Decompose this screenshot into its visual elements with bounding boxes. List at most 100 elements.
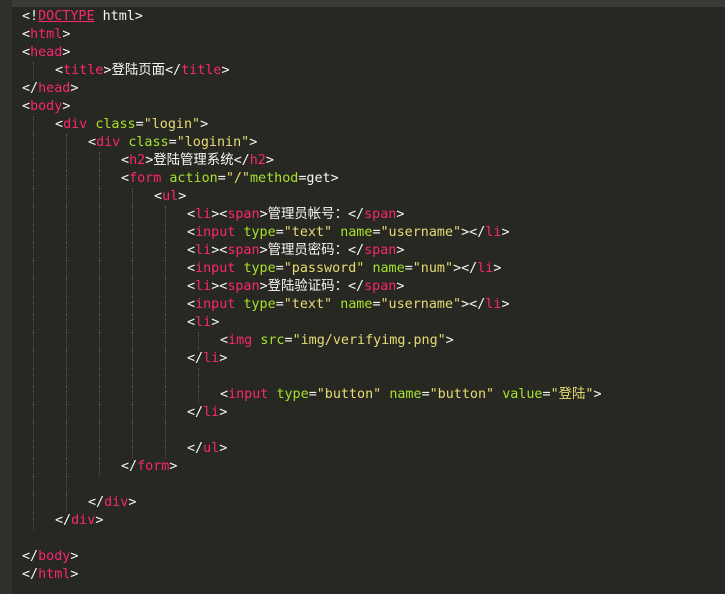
indent-guide bbox=[33, 512, 34, 530]
code-token-punct: > bbox=[128, 495, 137, 510]
code-token-sp bbox=[332, 297, 340, 312]
indent-guide bbox=[165, 224, 166, 242]
code-token-attr: action bbox=[169, 171, 218, 186]
indent-guide bbox=[99, 170, 100, 188]
code-token-str: "username" bbox=[380, 297, 462, 312]
indent-guide bbox=[99, 296, 100, 314]
code-line-content: <li> bbox=[187, 314, 219, 332]
code-token-punct: > bbox=[70, 567, 79, 582]
code-token-punct: > bbox=[219, 441, 228, 456]
indent-guide bbox=[33, 116, 34, 134]
code-token-str: "登陆" bbox=[550, 387, 594, 402]
code-token-punct: ></ bbox=[461, 225, 486, 240]
code-editor[interactable]: <!DOCTYPE html> <html> <head> <title>登陆页面</… bbox=[0, 0, 725, 594]
indent-guide bbox=[165, 260, 166, 278]
indent-guide bbox=[99, 206, 100, 224]
code-token-text: 登陆验证码： bbox=[267, 279, 348, 294]
indent-guide bbox=[33, 404, 34, 422]
code-token-tag: li bbox=[195, 279, 212, 294]
indent-guide bbox=[66, 386, 67, 404]
indent-guide bbox=[165, 350, 166, 368]
indent-guide bbox=[132, 440, 133, 458]
indent-guide bbox=[66, 350, 67, 368]
code-token-tag: ul bbox=[162, 189, 179, 204]
code-line-content: <title>登陆页面</title> bbox=[55, 62, 230, 80]
code-token-tag: html bbox=[38, 567, 71, 582]
code-token-punct: < bbox=[187, 261, 196, 276]
code-token-tag: head bbox=[30, 45, 63, 60]
code-line-content: </form> bbox=[121, 458, 177, 476]
code-token-punct: </ bbox=[347, 207, 365, 222]
indent-guide bbox=[99, 242, 100, 260]
code-token-punct: > bbox=[445, 333, 454, 348]
indent-guide bbox=[33, 368, 34, 386]
indent-guide bbox=[66, 440, 67, 458]
code-token-punct: < bbox=[88, 135, 97, 150]
code-token-punct: > bbox=[62, 27, 71, 42]
indent-guide bbox=[99, 440, 100, 458]
code-token-tag: img bbox=[228, 333, 253, 348]
code-token-punct: = bbox=[372, 225, 381, 240]
code-token-punct: = bbox=[275, 225, 284, 240]
code-token-punct: > bbox=[219, 405, 228, 420]
code-token-punct: < bbox=[55, 63, 64, 78]
code-token-tag: span bbox=[227, 243, 260, 258]
indent-guide bbox=[66, 278, 67, 296]
code-token-tag: head bbox=[38, 81, 71, 96]
indent-guide bbox=[66, 170, 67, 188]
code-token-punct: = bbox=[372, 297, 381, 312]
code-token-tag: body bbox=[30, 99, 63, 114]
editor-gutter bbox=[0, 0, 12, 594]
code-line-content: <input type="password" name="num"></li> bbox=[187, 260, 501, 278]
code-token-punct: </ bbox=[233, 153, 250, 168]
code-token-punct: > bbox=[70, 549, 79, 564]
code-line-content: <head> bbox=[22, 44, 70, 62]
code-token-punct: > bbox=[396, 207, 405, 222]
code-token-attr: src bbox=[260, 333, 285, 348]
code-token-punct: > bbox=[200, 117, 209, 132]
code-token-punct: > bbox=[396, 243, 405, 258]
indent-guide bbox=[99, 458, 100, 476]
code-token-attr: class bbox=[128, 135, 169, 150]
code-line-content: <html> bbox=[22, 26, 70, 44]
indent-guide bbox=[66, 422, 67, 440]
indent-guide bbox=[99, 332, 100, 350]
code-token-tag: title bbox=[63, 63, 104, 78]
indent-guide bbox=[33, 134, 34, 152]
code-token-sp bbox=[494, 387, 502, 402]
indent-guide bbox=[33, 314, 34, 332]
code-token-punct: < bbox=[121, 153, 130, 168]
indent-guide bbox=[165, 296, 166, 314]
indent-guide bbox=[99, 260, 100, 278]
indent-guide bbox=[33, 278, 34, 296]
indent-guide bbox=[99, 422, 100, 440]
code-token-punct: < bbox=[187, 243, 196, 258]
code-token-punct: > bbox=[493, 261, 502, 276]
indent-guide bbox=[33, 62, 34, 80]
indent-guide bbox=[33, 422, 34, 440]
code-token-punct: = bbox=[275, 261, 284, 276]
code-token-text: 登陆页面 bbox=[111, 63, 165, 78]
code-token-punct: > bbox=[62, 45, 71, 60]
indent-guide bbox=[33, 188, 34, 206]
indent-guide bbox=[33, 458, 34, 476]
code-token-punct: > bbox=[169, 459, 178, 474]
code-token-tag: input bbox=[195, 261, 236, 276]
indent-guide bbox=[132, 224, 133, 242]
code-token-tag: span bbox=[364, 207, 397, 222]
code-token-punct: = bbox=[275, 297, 284, 312]
indent-guide bbox=[132, 422, 133, 440]
indent-guide bbox=[99, 314, 100, 332]
code-line-content: <form action="/"method=get> bbox=[121, 170, 339, 188]
code-token-punct: </ bbox=[347, 279, 365, 294]
code-token-punct: = bbox=[217, 171, 226, 186]
code-line-content: </li> bbox=[187, 350, 227, 368]
code-token-str: "button" bbox=[429, 387, 495, 402]
code-token-punct: </ bbox=[187, 441, 204, 456]
indent-guide bbox=[132, 386, 133, 404]
code-token-attr: name bbox=[372, 261, 405, 276]
code-token-punct: > bbox=[70, 81, 79, 96]
code-token-punct: < bbox=[154, 189, 163, 204]
indent-guide bbox=[66, 476, 67, 494]
code-token-punct: < bbox=[22, 45, 31, 60]
